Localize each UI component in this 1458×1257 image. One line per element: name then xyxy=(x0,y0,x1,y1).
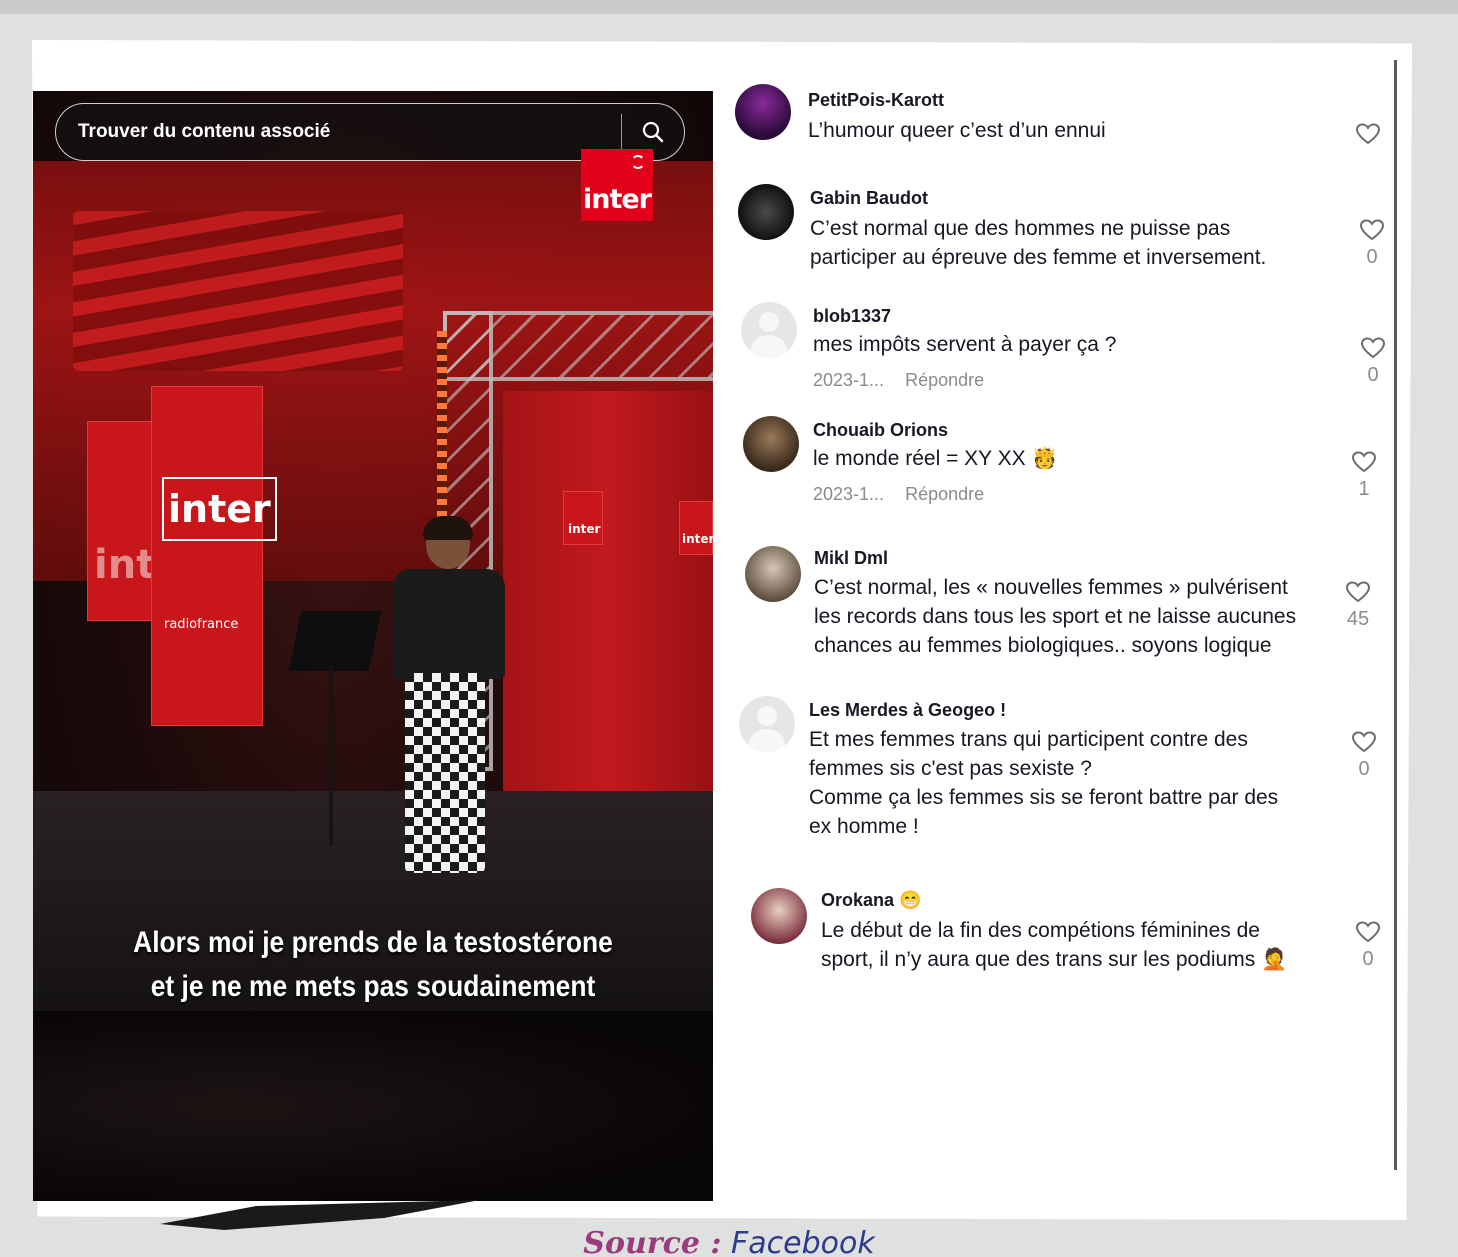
banner-center: inter radiofrance xyxy=(151,386,277,726)
like-button[interactable]: 0 xyxy=(1353,920,1383,971)
comment-username[interactable]: Mikl Dml xyxy=(814,548,888,569)
avatar[interactable] xyxy=(743,416,799,472)
like-button[interactable]: 0 xyxy=(1357,218,1387,269)
stage-wave-decor xyxy=(73,211,403,371)
paper-edge-top xyxy=(0,0,1458,14)
heart-icon xyxy=(1345,581,1371,603)
avatar[interactable] xyxy=(738,184,794,240)
video-player[interactable]: inter inter inter inter radiofrance Trou… xyxy=(33,91,713,1201)
comment-text: mes impôts servent à payer ça ? xyxy=(813,333,1117,356)
performer-hair xyxy=(423,516,473,540)
music-stand xyxy=(288,611,382,671)
music-stand-pole xyxy=(329,666,333,846)
comment-date: 2023-1... xyxy=(813,484,885,504)
comment-text: le monde réel = XY XX 🫅 xyxy=(813,447,1058,470)
like-count: 0 xyxy=(1358,758,1370,780)
source-value: Facebook xyxy=(731,1226,875,1257)
comment-meta: 2023-1... Répondre xyxy=(813,370,984,391)
logo-mark xyxy=(631,155,645,169)
like-count: 45 xyxy=(1346,608,1370,630)
like-button[interactable]: 1 xyxy=(1349,450,1379,501)
like-count: 0 xyxy=(1366,246,1378,268)
comment-date: 2023-1... xyxy=(813,370,885,390)
source-caption: Source : Facebook xyxy=(0,1226,1458,1257)
avatar[interactable] xyxy=(741,302,797,358)
reply-button[interactable]: Répondre xyxy=(905,370,984,390)
wall-logo-2: inter xyxy=(679,501,713,555)
like-button[interactable]: 0 xyxy=(1358,336,1388,387)
comment-username[interactable]: Gabin Baudot xyxy=(810,188,928,209)
comment-username[interactable]: Chouaib Orions xyxy=(813,420,948,441)
search-placeholder[interactable]: Trouver du contenu associé xyxy=(56,121,621,143)
like-count: 0 xyxy=(1362,948,1374,970)
avatar[interactable] xyxy=(739,696,795,752)
performer-pants xyxy=(405,673,485,873)
panel-border xyxy=(1394,60,1397,1170)
like-button[interactable] xyxy=(1353,122,1383,150)
like-button[interactable]: 0 xyxy=(1349,730,1379,781)
heart-icon xyxy=(1355,921,1381,943)
like-button[interactable]: 45 xyxy=(1343,580,1373,631)
search-icon[interactable] xyxy=(622,120,684,144)
comment-username[interactable]: PetitPois-Karott xyxy=(808,90,944,111)
performer-torso xyxy=(393,569,505,679)
heart-icon xyxy=(1359,219,1385,241)
audience xyxy=(33,1011,713,1201)
wall-logo: inter xyxy=(563,491,603,545)
comment-text: Le début de la fin des compétions fémini… xyxy=(821,919,1288,971)
comment-text: C’est normal que des hommes ne puisse pa… xyxy=(810,217,1267,269)
source-label: Source : xyxy=(583,1226,722,1257)
banner-left: inter xyxy=(87,421,202,621)
heart-icon xyxy=(1351,731,1377,753)
like-count: 1 xyxy=(1358,478,1370,500)
comment-text: L’humour queer c’est d’un ennui xyxy=(808,119,1106,142)
video-subtitle: Alors moi je prends de la testostérone e… xyxy=(133,926,613,1003)
avatar[interactable] xyxy=(745,546,801,602)
heart-icon xyxy=(1360,337,1386,359)
heart-icon xyxy=(1355,123,1381,145)
comment-username[interactable]: blob1337 xyxy=(813,306,891,327)
heart-icon xyxy=(1351,451,1377,473)
france-inter-logo: inter xyxy=(581,149,653,221)
comment-meta: 2023-1... Répondre xyxy=(813,484,984,505)
like-count: 0 xyxy=(1367,364,1379,386)
reply-button[interactable]: Répondre xyxy=(905,484,984,504)
comment-text: Et mes femmes trans qui participent cont… xyxy=(809,728,1279,838)
comment-username[interactable]: Les Merdes à Geogeo ! xyxy=(809,700,1006,721)
comments-panel[interactable]: PetitPois-Karott L’humour queer c’est d’… xyxy=(713,80,1403,1190)
avatar[interactable] xyxy=(751,888,807,944)
comment-text: C’est normal, les « nouvelles femmes » p… xyxy=(814,576,1297,657)
comment-username[interactable]: Orokana 😁 xyxy=(821,890,921,911)
avatar[interactable] xyxy=(735,84,791,140)
